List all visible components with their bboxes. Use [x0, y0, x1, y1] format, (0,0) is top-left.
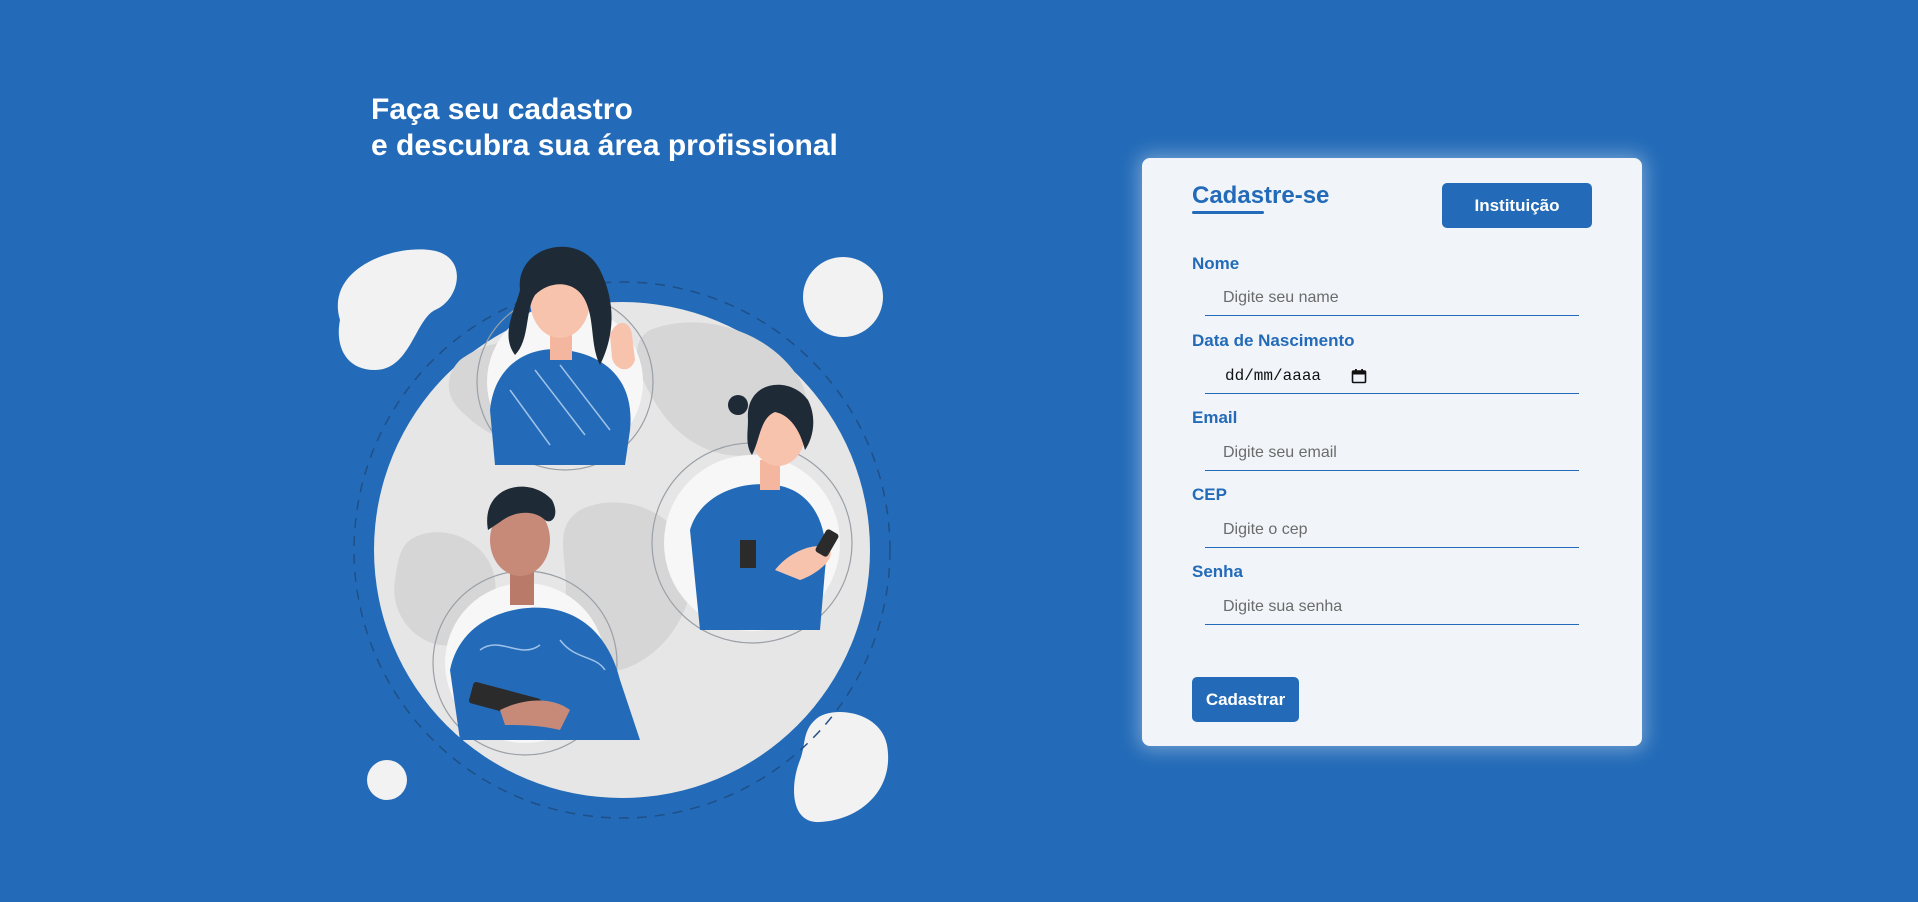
nome-input[interactable] — [1205, 280, 1579, 316]
calendar-icon[interactable] — [1351, 368, 1367, 384]
people-globe-illustration — [337, 246, 891, 823]
senha-input[interactable] — [1205, 589, 1579, 625]
email-input[interactable] — [1205, 435, 1579, 471]
nascimento-label: Data de Nascimento — [1192, 331, 1355, 350]
hero-line-1: Faça seu cadastro — [371, 93, 633, 126]
cep-label: CEP — [1192, 485, 1227, 504]
nascimento-date-input[interactable]: dd/mm/aaaa — [1205, 358, 1579, 394]
hero-line-2: e descubra sua área profissional — [371, 129, 838, 162]
blob-circle-top-right — [803, 257, 883, 337]
date-value: dd/mm/aaaa — [1225, 366, 1322, 385]
hero-headline: Faça seu cadastro e descubra sua área pr… — [371, 92, 838, 164]
nome-label: Nome — [1192, 254, 1240, 273]
senha-label: Senha — [1192, 562, 1244, 581]
title-underline — [1192, 211, 1264, 214]
blob-top-left — [337, 249, 457, 370]
signup-card: Cadastre-se Instituição Nome Data de Nas… — [1142, 158, 1642, 746]
form-title: Cadastre-se — [1192, 182, 1330, 209]
cep-input[interactable] — [1205, 512, 1579, 548]
cadastrar-button[interactable]: Cadastrar — [1192, 677, 1299, 722]
blob-bottom-right — [794, 712, 889, 823]
email-label: Email — [1192, 408, 1238, 427]
blob-circle-bottom-left — [367, 760, 407, 800]
institution-button[interactable]: Instituição — [1442, 183, 1592, 228]
